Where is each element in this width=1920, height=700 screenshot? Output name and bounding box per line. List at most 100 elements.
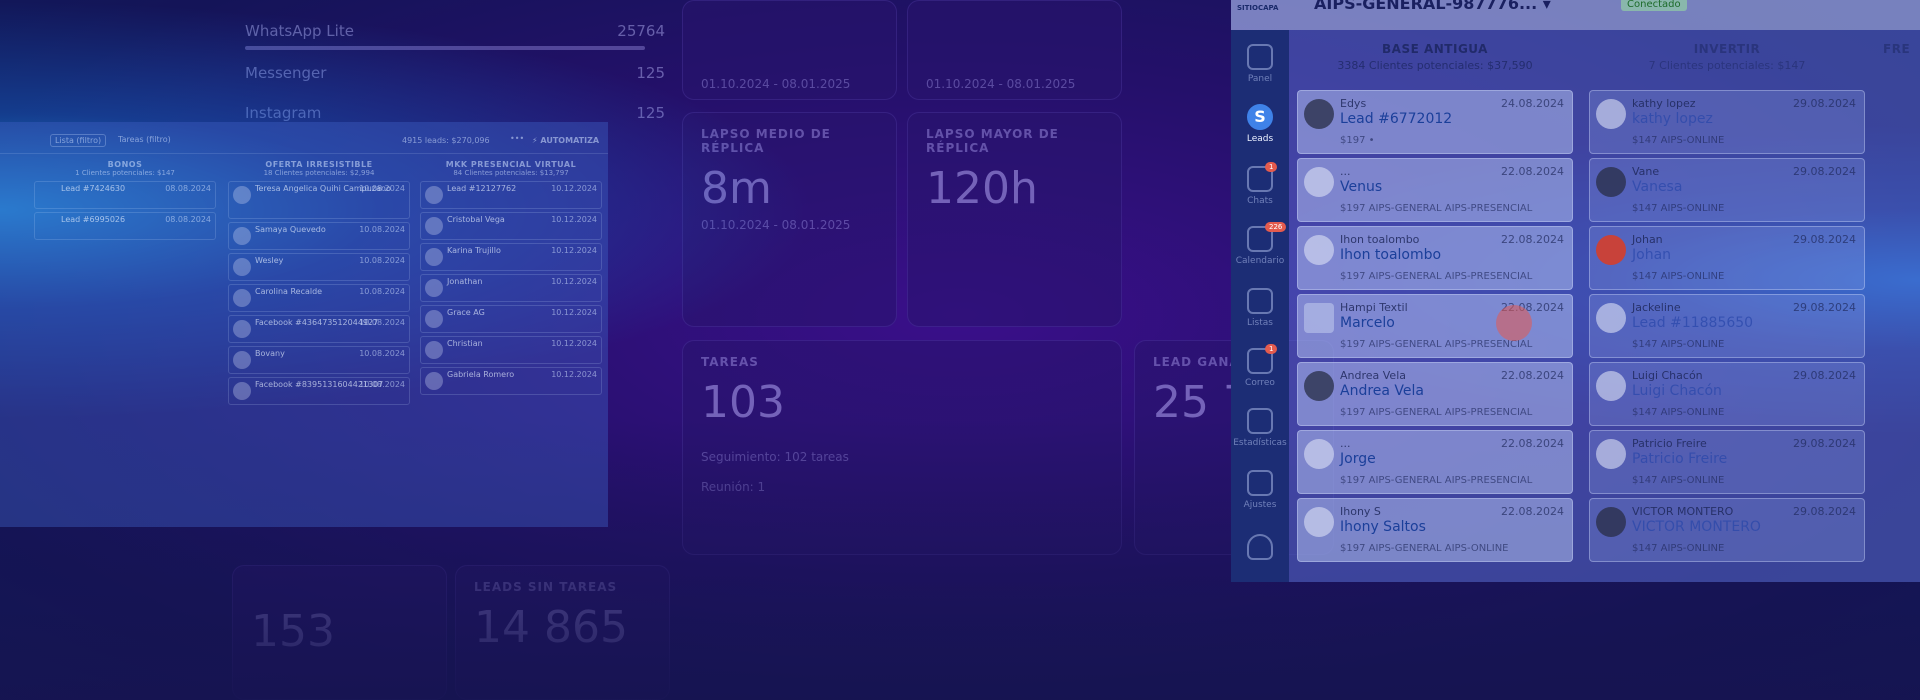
lead-name[interactable]: Lead #11885650 <box>1632 315 1753 331</box>
lead-card[interactable]: Carolina Recalde 10.08.2024 <box>228 284 410 312</box>
automatiza-button[interactable]: ⚡ AUTOMATIZA <box>532 136 599 145</box>
lead-name: Carolina Recalde <box>255 287 323 296</box>
tile-value: 14 865 <box>474 602 628 653</box>
column-summary: 3384 Clientes potenciales: $37,590 <box>1337 59 1533 72</box>
lead-card[interactable]: Ihon toalombo Ihon toalombo 22.08.2024 $197… <box>1297 226 1573 290</box>
avatar <box>233 320 251 338</box>
column-sub: 84 Clientes potenciales: $13,797 <box>453 169 569 177</box>
lead-card[interactable]: Wesley 10.08.2024 <box>228 253 410 281</box>
lead-meta: $147 AIPS-ONLINE <box>1632 271 1725 282</box>
lead-card[interactable]: Luigi Chacón Luigi Chacón 29.08.2024 $147 A… <box>1589 362 1865 426</box>
leads-without-tasks-tile: LEADS SIN TAREAS 14 865 <box>455 565 670 700</box>
lead-card[interactable]: Vane Vanesa 29.08.2024 $147 AIPS-ONLINE <box>1589 158 1865 222</box>
lead-name[interactable]: Luigi Chacón <box>1632 383 1722 399</box>
nav-lists[interactable]: Listas <box>1231 288 1289 328</box>
column-header: INVERTIR 7 Clientes potenciales: $147 <box>1581 30 1873 82</box>
lead-card[interactable]: ... Venus 22.08.2024 $197 AIPS-GENERAL AIPS… <box>1297 158 1573 222</box>
avatar <box>425 186 443 204</box>
lead-name: Lead #12127762 <box>447 184 517 193</box>
lead-name: Jonathan <box>447 277 483 286</box>
nav-calendar[interactable]: 226 Calendario <box>1231 222 1289 266</box>
lead-name[interactable]: kathy lopez <box>1632 111 1713 127</box>
contact-name: Edys <box>1340 97 1367 110</box>
column-sub: 1 Clientes potenciales: $147 <box>75 169 175 177</box>
lead-card[interactable]: ... Jorge 22.08.2024 $197 AIPS-GENERAL AIPS… <box>1297 430 1573 494</box>
lead-name[interactable]: Patricio Freire <box>1632 451 1727 467</box>
column-partial: FRE <box>1873 30 1920 582</box>
nav-mail[interactable]: 1 Correo <box>1231 344 1289 388</box>
lead-date: 10.08.2024 <box>359 318 405 327</box>
nav-label: Listas <box>1247 318 1273 328</box>
lead-card[interactable]: Jonathan 10.12.2024 <box>420 274 602 302</box>
nav-stats[interactable]: Estadísticas <box>1231 408 1289 448</box>
lead-name[interactable]: Marcelo <box>1340 315 1395 331</box>
lead-card[interactable]: Patricio Freire Patricio Freire 29.08.2024… <box>1589 430 1865 494</box>
column-title: MKK PRESENCIAL VIRTUAL <box>445 160 577 169</box>
lead-card[interactable]: Johan Johan 29.08.2024 $147 AIPS-ONLINE <box>1589 226 1865 290</box>
lead-card[interactable]: Bovany 10.08.2024 <box>228 346 410 374</box>
nav-settings[interactable]: Ajustes <box>1231 470 1289 510</box>
lead-card[interactable]: Jackeline Lead #11885650 29.08.2024 $147 AI… <box>1589 294 1865 358</box>
tile-date: 01.10.2024 - 08.01.2025 <box>926 77 1076 91</box>
lead-meta: $147 AIPS-ONLINE <box>1632 543 1725 554</box>
column-header: FRE <box>1873 30 1920 82</box>
lead-card[interactable]: Lead #7424630 08.08.2024 <box>34 181 216 209</box>
avatar <box>1596 99 1626 129</box>
lead-date: 10.08.2024 <box>359 287 405 296</box>
contact-name: Vane <box>1632 165 1660 178</box>
lead-card[interactable]: Andrea Vela Andrea Vela 22.08.2024 $197 AIP… <box>1297 362 1573 426</box>
lead-card[interactable]: Ihony S Ihony Saltos 22.08.2024 $197 AIPS-G… <box>1297 498 1573 562</box>
lead-name[interactable]: Ihon toalombo <box>1340 247 1441 263</box>
lead-card[interactable]: kathy lopez kathy lopez 29.08.2024 $147 AIP… <box>1589 90 1865 154</box>
lead-card[interactable]: Edys Lead #6772012 24.08.2024 $197 • <box>1297 90 1573 154</box>
contact-name: kathy lopez <box>1632 97 1696 110</box>
nav-leads[interactable]: S Leads <box>1231 104 1289 144</box>
lead-card[interactable]: Lead #12127762 10.12.2024 <box>420 181 602 209</box>
column-title: OFERTA IRRESISTIBLE <box>265 160 373 169</box>
nav-notifications[interactable] <box>1231 534 1289 564</box>
lead-name[interactable]: VICTOR MONTERO <box>1632 519 1761 535</box>
median-reply-tile: LAPSO MEDIO DE RÉPLICA 8m 01.10.2024 - 0… <box>682 112 897 327</box>
kanban-board: BASE ANTIGUA 3384 Clientes potenciales: … <box>1289 30 1920 582</box>
lead-card[interactable]: Christian 10.12.2024 <box>420 336 602 364</box>
lead-name: Christian <box>447 339 483 348</box>
automatiza-label: AUTOMATIZA <box>540 136 600 145</box>
lead-card[interactable]: Teresa Angelica Quihi Campuzano 10.08.202… <box>228 181 410 219</box>
list-filter-chip[interactable]: Lista (filtro) <box>50 134 107 147</box>
lead-name[interactable]: Andrea Vela <box>1340 383 1424 399</box>
lead-card[interactable]: Samaya Quevedo 10.08.2024 <box>228 222 410 250</box>
stat-tile: 153 <box>232 565 447 700</box>
lead-name[interactable]: Ihony Saltos <box>1340 519 1426 535</box>
leads-icon: S <box>1247 104 1273 130</box>
tasks-filter-chip[interactable]: Tareas (filtro) <box>114 134 175 145</box>
nav-panel[interactable]: Panel <box>1231 44 1289 84</box>
avatar <box>1304 167 1334 197</box>
lead-date: 29.08.2024 <box>1793 369 1856 382</box>
lead-name: Lead #6995026 <box>61 215 126 224</box>
lead-name[interactable]: Lead #6772012 <box>1340 111 1452 127</box>
column-invertir: INVERTIR 7 Clientes potenciales: $147 ka… <box>1581 30 1873 582</box>
lead-name[interactable]: Vanesa <box>1632 179 1682 195</box>
more-icon[interactable]: ••• <box>510 134 524 143</box>
left-column-mkk: MKK PRESENCIAL VIRTUAL 84 Clientes poten… <box>416 156 606 398</box>
lead-card[interactable]: Cristobal Vega 10.12.2024 <box>420 212 602 240</box>
pipeline-name: AIPS-GENERAL-987776... <box>1314 0 1538 13</box>
lead-card[interactable]: Gabriela Romero 10.12.2024 <box>420 367 602 395</box>
pipeline-select[interactable]: AIPS-GENERAL-987776... ▾ <box>1314 0 1551 13</box>
lead-name[interactable]: Venus <box>1340 179 1382 195</box>
lead-date: 10.12.2024 <box>551 246 597 255</box>
lead-card[interactable]: Karina Trujillo 10.12.2024 <box>420 243 602 271</box>
contact-name: Andrea Vela <box>1340 369 1406 382</box>
lead-card[interactable]: Facebook #8395131604421307 10.08.2024 <box>228 377 410 405</box>
lead-name[interactable]: Jorge <box>1340 451 1376 467</box>
lead-card[interactable]: Facebook #436473512044927 10.08.2024 <box>228 315 410 343</box>
lead-name: Samaya Quevedo <box>255 225 326 234</box>
nav-chats[interactable]: 1 Chats <box>1231 162 1289 206</box>
lead-card[interactable]: VICTOR MONTERO VICTOR MONTERO 29.08.2024 $1… <box>1589 498 1865 562</box>
contact-name: Johan <box>1632 233 1663 246</box>
lead-name[interactable]: Johan <box>1632 247 1671 263</box>
avatar <box>425 372 443 390</box>
lead-card[interactable]: Grace AG 10.12.2024 <box>420 305 602 333</box>
tile-date: 01.10.2024 - 08.01.2025 <box>701 218 851 232</box>
lead-card[interactable]: Lead #6995026 08.08.2024 <box>34 212 216 240</box>
